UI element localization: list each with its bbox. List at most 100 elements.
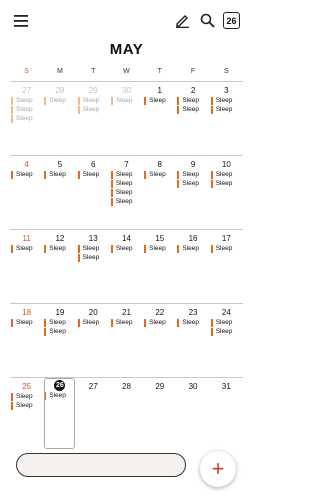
day-cell[interactable]: 20 Sleep	[77, 304, 110, 378]
weekday-label: S	[223, 68, 229, 75]
event-chip[interactable]: Sleep	[210, 97, 243, 105]
event-chip[interactable]: Sleep	[110, 245, 143, 253]
day-cell[interactable]: 31	[210, 378, 243, 452]
event-chip[interactable]: Sleep	[44, 171, 76, 179]
event-chip[interactable]: Sleep	[144, 171, 176, 179]
menu-icon[interactable]	[12, 12, 30, 30]
weekday-label: M	[57, 68, 63, 75]
day-cell[interactable]: 11 Sleep	[10, 230, 43, 304]
day-number: 13	[88, 234, 98, 243]
day-cell[interactable]: 27	[77, 378, 110, 452]
day-cell[interactable]: 13 Sleep Sleep	[77, 230, 110, 304]
day-number: 6	[90, 160, 96, 169]
month-title[interactable]: MAY	[0, 41, 253, 58]
event-chip[interactable]: Sleep	[11, 402, 43, 410]
event-chip[interactable]: Sleep	[110, 189, 143, 197]
event-chip[interactable]: Sleep	[110, 319, 143, 327]
day-cell[interactable]: 29 Sleep Sleep	[77, 82, 110, 156]
day-cell[interactable]: 1 Sleep	[143, 82, 176, 156]
event-chip[interactable]: Sleep	[144, 97, 176, 105]
day-cell[interactable]: 29	[143, 378, 176, 452]
event-chip[interactable]: Sleep	[77, 254, 110, 262]
event-chip[interactable]: Sleep	[44, 245, 76, 253]
today-icon[interactable]: 26	[223, 12, 240, 29]
event-chip[interactable]: Sleep	[210, 328, 243, 336]
day-cell[interactable]: 24 Sleep Sleep	[210, 304, 243, 378]
day-cell[interactable]: 28 Sleep	[43, 82, 76, 156]
day-number: 20	[88, 308, 98, 317]
day-cell[interactable]: 18 Sleep	[10, 304, 43, 378]
day-cell[interactable]: 22 Sleep	[143, 304, 176, 378]
event-chip[interactable]: Sleep	[77, 319, 110, 327]
event-chip[interactable]: Sleep	[77, 106, 110, 114]
event-chip[interactable]: Sleep	[144, 319, 176, 327]
week-row: 18 Sleep 19 Sleep Sleep 20 Sleep 21 Sleep 22 Sleep…	[10, 303, 243, 378]
day-cell[interactable]: 17 Sleep	[210, 230, 243, 304]
day-cell[interactable]: 2 Sleep Sleep	[176, 82, 209, 156]
day-cell[interactable]: 14 Sleep	[110, 230, 143, 304]
event-chip[interactable]: Sleep	[177, 180, 209, 188]
event-chip[interactable]: Sleep	[177, 171, 209, 179]
event-chip[interactable]: Sleep	[11, 319, 43, 327]
event-chip[interactable]: Sleep	[11, 171, 43, 179]
event-chip[interactable]: Sleep	[110, 97, 143, 105]
event-chip[interactable]: Sleep	[177, 97, 209, 105]
day-cell[interactable]: 21 Sleep	[110, 304, 143, 378]
day-cell[interactable]: 16 Sleep	[176, 230, 209, 304]
day-cell[interactable]: 6 Sleep	[77, 156, 110, 230]
day-cell[interactable]: 9 Sleep Sleep	[176, 156, 209, 230]
event-chip[interactable]: Sleep	[110, 171, 143, 179]
day-cell[interactable]: 28	[110, 378, 143, 452]
event-chip[interactable]: Sleep	[44, 319, 76, 327]
event-chip[interactable]: Sleep	[177, 319, 209, 327]
day-cell[interactable]: 27 Sleep Sleep Sleep	[10, 82, 43, 156]
day-cell[interactable]: 12 Sleep	[43, 230, 76, 304]
event-chip[interactable]: Sleep	[177, 245, 209, 253]
event-chip[interactable]: Sleep	[210, 106, 243, 114]
event-chip[interactable]: Sleep	[144, 245, 176, 253]
day-number: 3	[224, 86, 229, 95]
day-cell[interactable]: 5 Sleep	[43, 156, 76, 230]
event-chip[interactable]: Sleep	[77, 97, 110, 105]
day-cell[interactable]: 26 Sleep	[43, 378, 76, 452]
event-chip[interactable]: Sleep	[44, 328, 76, 336]
event-chip[interactable]: Sleep	[11, 97, 43, 105]
day-number: 30	[122, 86, 131, 95]
weekday-label: T	[91, 68, 96, 75]
day-cell[interactable]: 4 Sleep	[10, 156, 43, 230]
day-number: 29	[155, 382, 165, 391]
event-chip[interactable]: Sleep	[210, 245, 243, 253]
day-cell[interactable]: 23 Sleep	[176, 304, 209, 378]
week-row: 27 Sleep Sleep Sleep 28 Sleep 29 Sleep Sleep 30 Sl…	[10, 81, 243, 156]
day-number: 28	[55, 86, 65, 95]
edit-icon[interactable]	[173, 11, 191, 29]
quick-add-input[interactable]	[16, 453, 186, 477]
event-chip[interactable]: Sleep	[210, 319, 243, 327]
day-cell[interactable]: 8 Sleep	[143, 156, 176, 230]
day-cell[interactable]: 3 Sleep Sleep	[210, 82, 243, 156]
day-cell[interactable]: 25 Sleep Sleep	[10, 378, 43, 452]
day-cell[interactable]: 19 Sleep Sleep	[43, 304, 76, 378]
day-cell[interactable]: 15 Sleep	[143, 230, 176, 304]
event-chip[interactable]: Sleep	[44, 97, 76, 105]
event-chip[interactable]: Sleep	[110, 180, 143, 188]
event-chip[interactable]: Sleep	[210, 180, 243, 188]
event-chip[interactable]: Sleep	[110, 198, 143, 206]
search-icon[interactable]	[198, 11, 216, 29]
event-chip[interactable]: Sleep	[11, 245, 43, 253]
event-chip[interactable]: Sleep	[77, 171, 110, 179]
event-chip[interactable]: Sleep	[177, 106, 209, 114]
day-cell[interactable]: 30	[176, 378, 209, 452]
day-number: 17	[221, 234, 231, 243]
day-cell[interactable]: 10 Sleep Sleep	[210, 156, 243, 230]
event-chip[interactable]: Sleep	[210, 171, 243, 179]
event-chip[interactable]: Sleep	[77, 245, 110, 253]
event-chip[interactable]: Sleep	[11, 393, 43, 401]
day-cell[interactable]: 7 Sleep Sleep Sleep Sleep	[110, 156, 143, 230]
day-number: 9	[190, 160, 196, 169]
event-chip[interactable]: Sleep	[11, 115, 43, 123]
day-cell[interactable]: 30 Sleep	[110, 82, 143, 156]
add-event-button[interactable]: +	[200, 451, 236, 487]
event-chip[interactable]: Sleep	[11, 106, 43, 114]
weekday-label: S	[24, 68, 29, 75]
